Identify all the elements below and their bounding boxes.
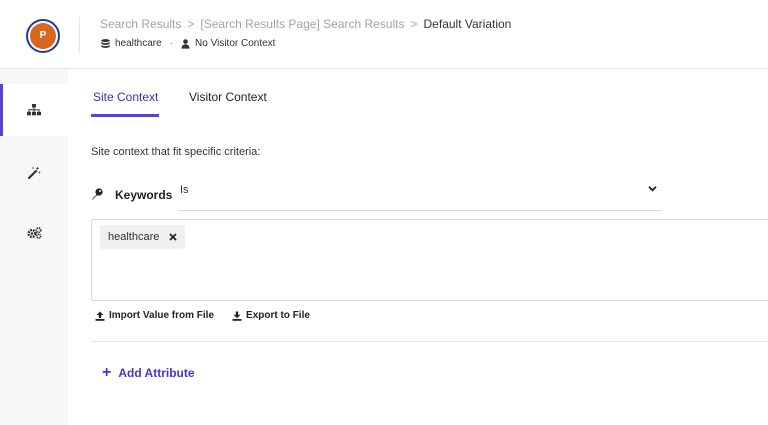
import-button[interactable]: Import Value from File	[95, 310, 214, 321]
sidebar	[0, 69, 68, 425]
breadcrumb-separator: >	[187, 17, 195, 31]
active-tab-indicator	[91, 114, 159, 117]
user-icon	[181, 38, 190, 49]
breadcrumb-item-search-results[interactable]: Search Results	[100, 17, 181, 31]
import-label: Import Value from File	[109, 310, 215, 321]
sitemap-icon	[27, 104, 41, 116]
file-actions: Import Value from File Export to File	[95, 310, 328, 321]
separator-dot: ·	[169, 38, 174, 49]
export-button[interactable]: Export to File	[232, 310, 310, 321]
upload-icon	[95, 311, 105, 321]
download-icon	[232, 311, 242, 321]
chevron-down-icon	[648, 186, 657, 192]
database-icon	[101, 38, 110, 48]
sidebar-item-settings[interactable]	[0, 207, 68, 259]
operator-select[interactable]: Is	[178, 176, 662, 211]
divider	[91, 341, 768, 342]
remove-value-icon[interactable]	[169, 233, 178, 241]
sidebar-item-site-structure[interactable]	[0, 84, 68, 136]
magic-wand-icon	[27, 166, 41, 179]
breadcrumb-separator: >	[410, 17, 418, 31]
criteria-description: Site context that fit specific criteria:	[91, 146, 261, 158]
value-chip-label: healthcare	[108, 231, 160, 243]
breadcrumb: Search Results > [Search Results Page] Sea…	[100, 17, 511, 31]
page-header: P Search Results > [Search Results Page] S…	[0, 0, 768, 69]
breadcrumb-item-search-results-page[interactable]: [Search Results Page] Search Results	[200, 17, 404, 31]
key-icon	[91, 188, 103, 200]
add-attribute-label: Add Attribute	[118, 366, 195, 380]
avatar-initial: P	[30, 23, 56, 49]
tab-site-context[interactable]: Site Context	[93, 90, 158, 117]
plus-icon: +	[102, 364, 112, 381]
visitor-context-label: No Visitor Context	[195, 38, 276, 49]
criteria-attribute-label: Keywords	[115, 188, 173, 202]
operator-value: Is	[180, 184, 189, 196]
values-input[interactable]: healthcare	[91, 219, 768, 301]
tab-visitor-context[interactable]: Visitor Context	[189, 90, 267, 117]
cogs-icon	[26, 227, 42, 239]
context-info: healthcare · No Visitor Context	[101, 38, 275, 49]
avatar[interactable]: P	[26, 19, 60, 53]
breadcrumb-item-current: Default Variation	[423, 17, 512, 31]
export-label: Export to File	[246, 310, 310, 321]
add-attribute-button[interactable]: + Add Attribute	[102, 364, 195, 381]
sidebar-item-personalization[interactable]	[0, 146, 68, 198]
value-chip: healthcare	[100, 225, 186, 249]
header-divider	[79, 17, 80, 53]
database-label: healthcare	[115, 38, 162, 49]
